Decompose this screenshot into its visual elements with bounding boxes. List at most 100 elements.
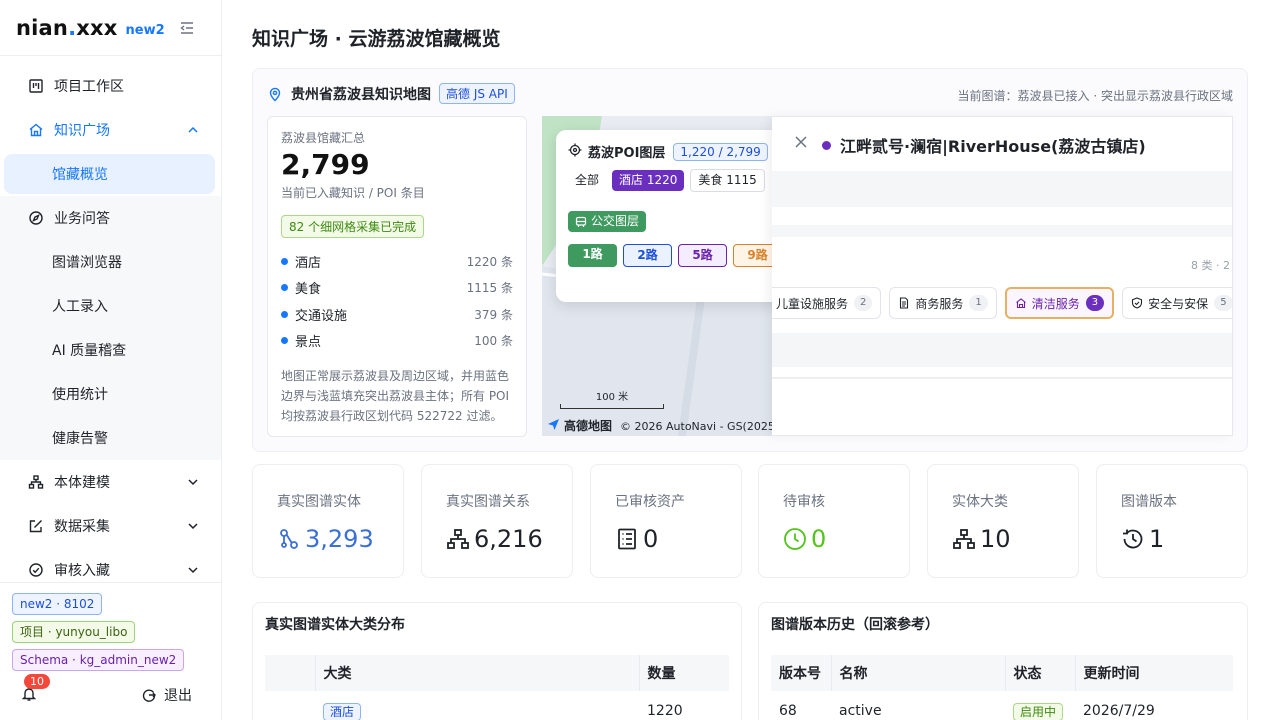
check-circle-icon xyxy=(28,562,44,578)
detail-band xyxy=(772,171,1232,207)
detail-band xyxy=(772,333,1232,367)
table-cell xyxy=(265,691,315,720)
stat-card-entity-categories: 实体大类 10 xyxy=(927,464,1079,578)
table-header-updated[interactable]: 更新时间 xyxy=(1075,655,1233,691)
poi-title-row: 荔波POI图层 1,220 / 2,799 xyxy=(568,142,768,161)
sidebar-item-label: 健康告警 xyxy=(52,431,108,447)
stat-value-row: 0 xyxy=(783,525,885,553)
service-tab-cleaning[interactable]: 清洁服务 3 xyxy=(1004,287,1115,319)
panel-title: 图谱版本历史（回滚参考） xyxy=(771,617,939,633)
summary-description: 地图正常展示荔波县及周边区域，并用蓝色边界与浅蓝填充突出荔波县主体；所有 POI… xyxy=(281,369,510,423)
service-count: 3 xyxy=(1085,295,1105,311)
map-copyright: © 2026 AutoNavi - GS(2025)5996号 xyxy=(620,419,774,433)
close-icon[interactable] xyxy=(794,135,808,149)
service-tab-security[interactable]: 安全与安保 5 xyxy=(1122,287,1232,319)
app-logo[interactable]: nian.xxx xyxy=(16,16,118,40)
table-row[interactable]: 酒店 1220 xyxy=(265,691,729,720)
hierarchy-icon xyxy=(952,527,976,551)
sidebar-item-label: AI 质量稽查 xyxy=(52,343,127,359)
logout-button[interactable]: 退出 xyxy=(142,685,192,705)
sidebar-item-health-alerts[interactable]: 健康告警 xyxy=(0,416,221,460)
sidebar-item-ontology-modeling[interactable]: 本体建模 xyxy=(0,460,221,504)
sidebar-item-data-collection[interactable]: 数据采集 xyxy=(0,504,221,548)
logout-icon xyxy=(142,688,156,702)
route-5-button[interactable]: 5路 xyxy=(678,244,727,267)
entity-distribution-panel: 真实图谱实体大类分布 大类 数量 酒店 1220 xyxy=(252,602,742,720)
table-header-status[interactable]: 状态 xyxy=(1005,655,1076,691)
env-tag: new2 · 8102 xyxy=(12,593,103,615)
stat-label: 已审核资产 xyxy=(615,494,685,510)
document-icon xyxy=(898,297,910,309)
category-name: 酒店 xyxy=(295,255,322,271)
sidebar-item-label: 图谱浏览器 xyxy=(52,255,122,271)
table-header-row: 版本号 名称 状态 更新时间 xyxy=(771,655,1233,691)
stat-value-row: 10 xyxy=(952,525,1054,553)
table-cell: 2026/7/29 xyxy=(1083,703,1155,719)
sidebar-item-collection-overview[interactable]: 馆藏概览 xyxy=(4,154,215,194)
sidebar-item-label: 人工录入 xyxy=(52,299,108,315)
table-header-name[interactable]: 名称 xyxy=(831,655,1006,691)
scale-line xyxy=(560,404,664,409)
list-item: 酒店 1220 条 xyxy=(281,248,513,275)
table-cell: active xyxy=(839,703,882,719)
status-badge: 启用中 xyxy=(1013,702,1064,720)
api-tag: 高德 JS API xyxy=(439,83,515,104)
stat-value: 0 xyxy=(643,525,659,553)
stat-card-pending-review: 待审核 0 xyxy=(758,464,910,578)
notification-badge: 10 xyxy=(24,674,50,689)
table-header-row: 大类 数量 xyxy=(265,655,729,691)
table-row[interactable]: 68 active 启用中 2026/7/29 xyxy=(771,691,1233,720)
filter-food[interactable]: 美食 1115 xyxy=(690,169,765,192)
bus-routes: 1路 2路 5路 9路 xyxy=(568,244,774,267)
sidebar-item-manual-entry[interactable]: 人工录入 xyxy=(0,284,221,328)
category-count: 1220 条 xyxy=(466,254,513,269)
service-label: 商务服务 xyxy=(915,296,964,311)
sidebar-item-knowledge-square[interactable]: 知识广场 xyxy=(0,108,221,152)
table-cell: 68 xyxy=(779,703,797,719)
stat-label: 实体大类 xyxy=(952,494,1008,510)
list-item: 美食 1115 条 xyxy=(281,275,513,302)
route-1-button[interactable]: 1路 xyxy=(568,244,617,267)
stat-label: 真实图谱实体 xyxy=(277,494,361,510)
category-list: 酒店 1220 条 美食 1115 条 交通设施 379 条 景点 100 条 xyxy=(281,248,513,354)
sidebar-item-ai-quality-audit[interactable]: AI 质量稽查 xyxy=(0,328,221,372)
service-tab-business[interactable]: 商务服务 1 xyxy=(889,287,997,319)
map-brand: 高德地图 xyxy=(564,419,613,433)
filter-all[interactable]: 全部 xyxy=(568,170,606,191)
table-header-count[interactable]: 数量 xyxy=(639,655,729,691)
service-count: 2 xyxy=(854,295,873,311)
table-header-category[interactable]: 大类 xyxy=(315,655,640,691)
service-tab-children[interactable]: 儿童设施服务 2 xyxy=(772,287,882,319)
bullet-icon xyxy=(281,257,288,265)
sidebar-menu: 项目工作区 知识广场 馆藏概览 业务问答 图谱浏览器 人工录入 AI 质量稽查 … xyxy=(0,56,221,580)
sidebar-item-usage-stats[interactable]: 使用统计 xyxy=(0,372,221,416)
board-icon xyxy=(28,78,44,94)
service-count: 1 xyxy=(969,295,988,311)
table-header-version[interactable]: 版本号 xyxy=(771,655,832,691)
compass-icon xyxy=(28,210,44,226)
stat-card-reviewed-assets: 已审核资产 0 xyxy=(590,464,742,578)
summary-sub: 当前已入藏知识 / POI 条目 xyxy=(281,186,425,200)
sidebar-item-review-archive[interactable]: 审核入藏 xyxy=(0,548,221,580)
table-cell: 启用中 xyxy=(1005,691,1075,720)
service-count: 5 xyxy=(1214,295,1232,311)
stat-label: 图谱版本 xyxy=(1121,494,1177,510)
sidebar-item-business-qa[interactable]: 业务问答 xyxy=(0,196,221,240)
route-2-button[interactable]: 2路 xyxy=(623,244,672,267)
stat-value-row: 3,293 xyxy=(277,525,379,553)
sidebar-item-label: 本体建模 xyxy=(54,475,110,491)
map-canvas[interactable]: 荔波POI图层 1,220 / 2,799 全部 酒店 1220 美食 1115… xyxy=(542,116,774,436)
sidebar: nian.xxx new2 项目工作区 知识广场 馆藏概览 业务问答 图谱浏览器… xyxy=(0,0,222,720)
stat-value: 6,216 xyxy=(474,525,543,553)
detail-band xyxy=(772,225,1232,237)
collection-done-tag: 82 个细网格采集已完成 xyxy=(281,215,425,238)
bus-layer-toggle[interactable]: 公交图层 xyxy=(568,211,647,232)
sidebar-item-graph-browser[interactable]: 图谱浏览器 xyxy=(0,240,221,284)
filter-hotel[interactable]: 酒店 1220 xyxy=(612,170,685,191)
notifications-button[interactable]: 10 xyxy=(21,674,50,702)
service-label: 儿童设施服务 xyxy=(776,296,849,311)
sidebar-item-project-workspace[interactable]: 项目工作区 xyxy=(0,64,221,108)
collapse-sidebar-icon[interactable] xyxy=(178,19,196,37)
route-9-button[interactable]: 9路 xyxy=(733,244,774,267)
stat-value-row: 6,216 xyxy=(446,525,548,553)
